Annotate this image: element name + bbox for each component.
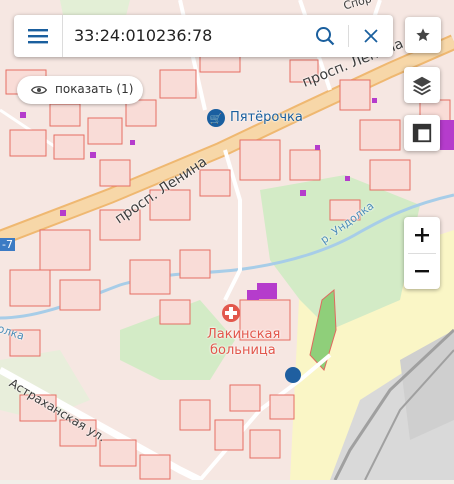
search-input[interactable]: 33:24:010236:78 [74,26,212,45]
search-bar: 33:24:010236:78 [14,15,393,57]
clear-button[interactable] [356,21,386,51]
search-button[interactable] [310,21,340,51]
layers-icon [412,76,432,96]
search-icon [316,27,335,46]
menu-icon [28,29,48,44]
close-icon [364,29,378,43]
measure-button[interactable] [404,115,440,151]
layers-button[interactable] [404,67,440,103]
search-divider-2 [348,25,349,47]
favorite-button[interactable] [405,17,441,53]
hospital-label-line1: Лакинская [207,327,281,342]
zoom-out-button[interactable] [404,253,440,289]
location-dot[interactable] [285,367,301,383]
search-divider [62,15,63,57]
minus-icon [415,270,429,273]
zoom-control [404,217,440,289]
show-results-label: показать (1) [55,82,134,96]
eye-icon [31,86,47,94]
hospital-label-line2: больница [210,343,276,358]
svg-text:🛒: 🛒 [210,112,222,125]
plus-icon [415,228,429,242]
zoom-in-button[interactable] [404,217,440,253]
menu-button[interactable] [14,15,62,57]
ruler-icon [412,123,432,143]
store-label: Пятёрочка [230,110,303,125]
route-label: -7 [0,238,15,251]
star-icon [416,28,430,41]
show-results-button[interactable]: показать (1) [17,76,143,104]
